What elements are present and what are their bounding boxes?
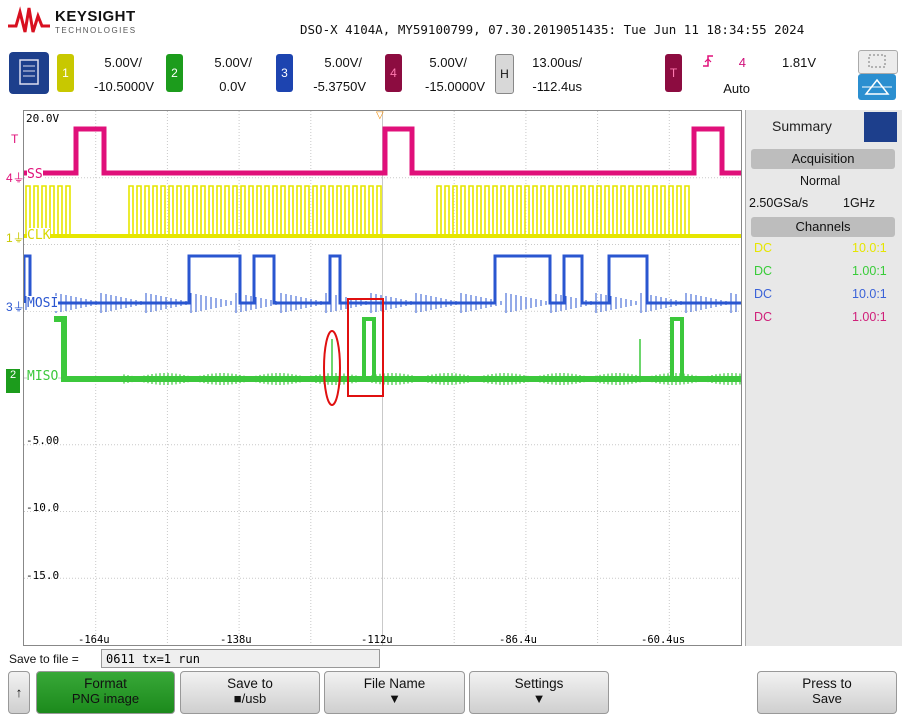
x-label-1: -164u (78, 634, 110, 646)
ss-ground-icon: 4⏚ (6, 171, 25, 185)
ch1-probe: 10.0:1 (852, 241, 887, 255)
save-to-label: Save to (227, 676, 273, 691)
format-value: PNG image (71, 691, 140, 706)
horizontal-badge[interactable]: H (495, 54, 514, 94)
channel-1-scale: 5.00V/ (104, 55, 142, 70)
trigger-edge-icon (702, 54, 714, 68)
file-name-label: File Name (363, 676, 426, 691)
mosi-ground-icon: 3⏚ (6, 300, 25, 314)
ch4-coupling: DC (754, 310, 773, 324)
channel-4-offset: -15.0000V (425, 79, 485, 94)
trigger-mode: Auto (723, 81, 750, 96)
clk-label: CLK (27, 228, 51, 243)
channel-1-offset: -10.5000V (94, 79, 154, 94)
tab-summary[interactable]: Summary (772, 118, 832, 134)
save-filename-field[interactable]: 0611 tx=1 run (101, 649, 380, 668)
miso-label: MISO (27, 369, 59, 384)
ch3-probe: 10.0:1 (852, 287, 887, 301)
down-arrow-icon: ▼ (388, 691, 401, 706)
save-label: Save (812, 691, 842, 706)
waveform-display[interactable]: 20.0V -5.00 -10.0 -15.0 -164u -138u -112… (23, 110, 742, 646)
acquisition-mode: Normal (800, 174, 841, 188)
x-label-4: -86.4u (499, 634, 537, 646)
channel-4-badge[interactable]: 4 (385, 54, 402, 92)
acquisition-header[interactable]: Acquisition (751, 149, 895, 169)
channel-3-scale: 5.00V/ (324, 55, 362, 70)
y-label-minus10: -10.0 (26, 501, 60, 514)
miso-trace (54, 316, 741, 385)
back-button[interactable]: ↑ (8, 671, 30, 714)
save-to-softkey[interactable]: Save to ■/usb (180, 671, 320, 714)
settings-softkey[interactable]: Settings ▼ (469, 671, 609, 714)
trigger-level-marker: T (11, 132, 19, 146)
ss-trace (24, 126, 741, 176)
channel-3-badge[interactable]: 3 (276, 54, 293, 92)
trigger-source: 4 (738, 55, 746, 70)
file-name-softkey[interactable]: File Name ▼ (324, 671, 465, 714)
ch1-coupling: DC (754, 241, 773, 255)
channel-2-badge[interactable]: 2 (166, 54, 183, 92)
channels-header[interactable]: Channels (751, 217, 895, 237)
brand-subtitle: TECHNOLOGIES (55, 26, 137, 35)
brand-name: KEYSIGHT (55, 8, 136, 25)
keysight-logo-icon (8, 6, 50, 34)
trigger-level: 1.81V (782, 55, 816, 70)
y-label-minus15: -15.0 (26, 569, 60, 582)
clk-ground-icon: 1⏚ (6, 231, 25, 245)
instrument-info: DSO-X 4104A, MY59100799, 07.30.201905143… (300, 22, 805, 37)
channel-3-offset: -5.3750V (313, 79, 366, 94)
x-label-3: -112u (361, 634, 393, 646)
settings-label: Settings (514, 676, 564, 691)
ch2-probe: 1.00:1 (852, 264, 887, 278)
horizontal-scale: 13.00us/ (532, 55, 582, 70)
sample-rate: 2.50GSa/s (749, 196, 809, 210)
save-to-value: ■/usb (233, 691, 267, 706)
format-softkey[interactable]: Format PNG image (36, 671, 175, 714)
press-to-label: Press to (802, 676, 852, 691)
ch3-coupling: DC (754, 287, 773, 301)
save-to-file-label: Save to file = (9, 652, 79, 666)
horizontal-delay: -112.4us (532, 79, 582, 94)
channel-1-badge[interactable]: 1 (57, 54, 74, 92)
window-icon[interactable] (858, 50, 898, 74)
ch2-coupling: DC (754, 264, 773, 278)
x-label-2: -138u (220, 634, 252, 646)
down-arrow-icon: ▼ (532, 691, 546, 706)
miso-ground-icon: 2 (6, 369, 20, 393)
trigger-position-icon: ▽ (376, 110, 384, 121)
channel-2-offset: 0.0V (219, 79, 246, 94)
y-label-minus5: -5.00 (26, 434, 60, 447)
mosi-label: MOSI (27, 296, 59, 311)
press-to-save-softkey[interactable]: Press to Save (757, 671, 897, 714)
x-label-5: -60.4us (641, 634, 686, 646)
trigger-badge[interactable]: T (665, 54, 682, 92)
touch-gesture-icon[interactable] (858, 74, 896, 100)
channel-4-scale: 5.00V/ (429, 55, 467, 70)
ch4-probe: 1.00:1 (852, 310, 887, 324)
bandwidth: 1GHz (843, 196, 875, 210)
ss-label: SS (27, 167, 43, 182)
y-label-top: 20.0V (26, 112, 60, 125)
menu-icon[interactable] (9, 52, 49, 94)
channel-2-scale: 5.00V/ (214, 55, 252, 70)
summary-panel: Summary Acquisition Normal 2.50GSa/s 1GH… (745, 110, 902, 646)
format-label: Format (84, 676, 127, 691)
panel-menu-icon[interactable] (864, 112, 897, 142)
